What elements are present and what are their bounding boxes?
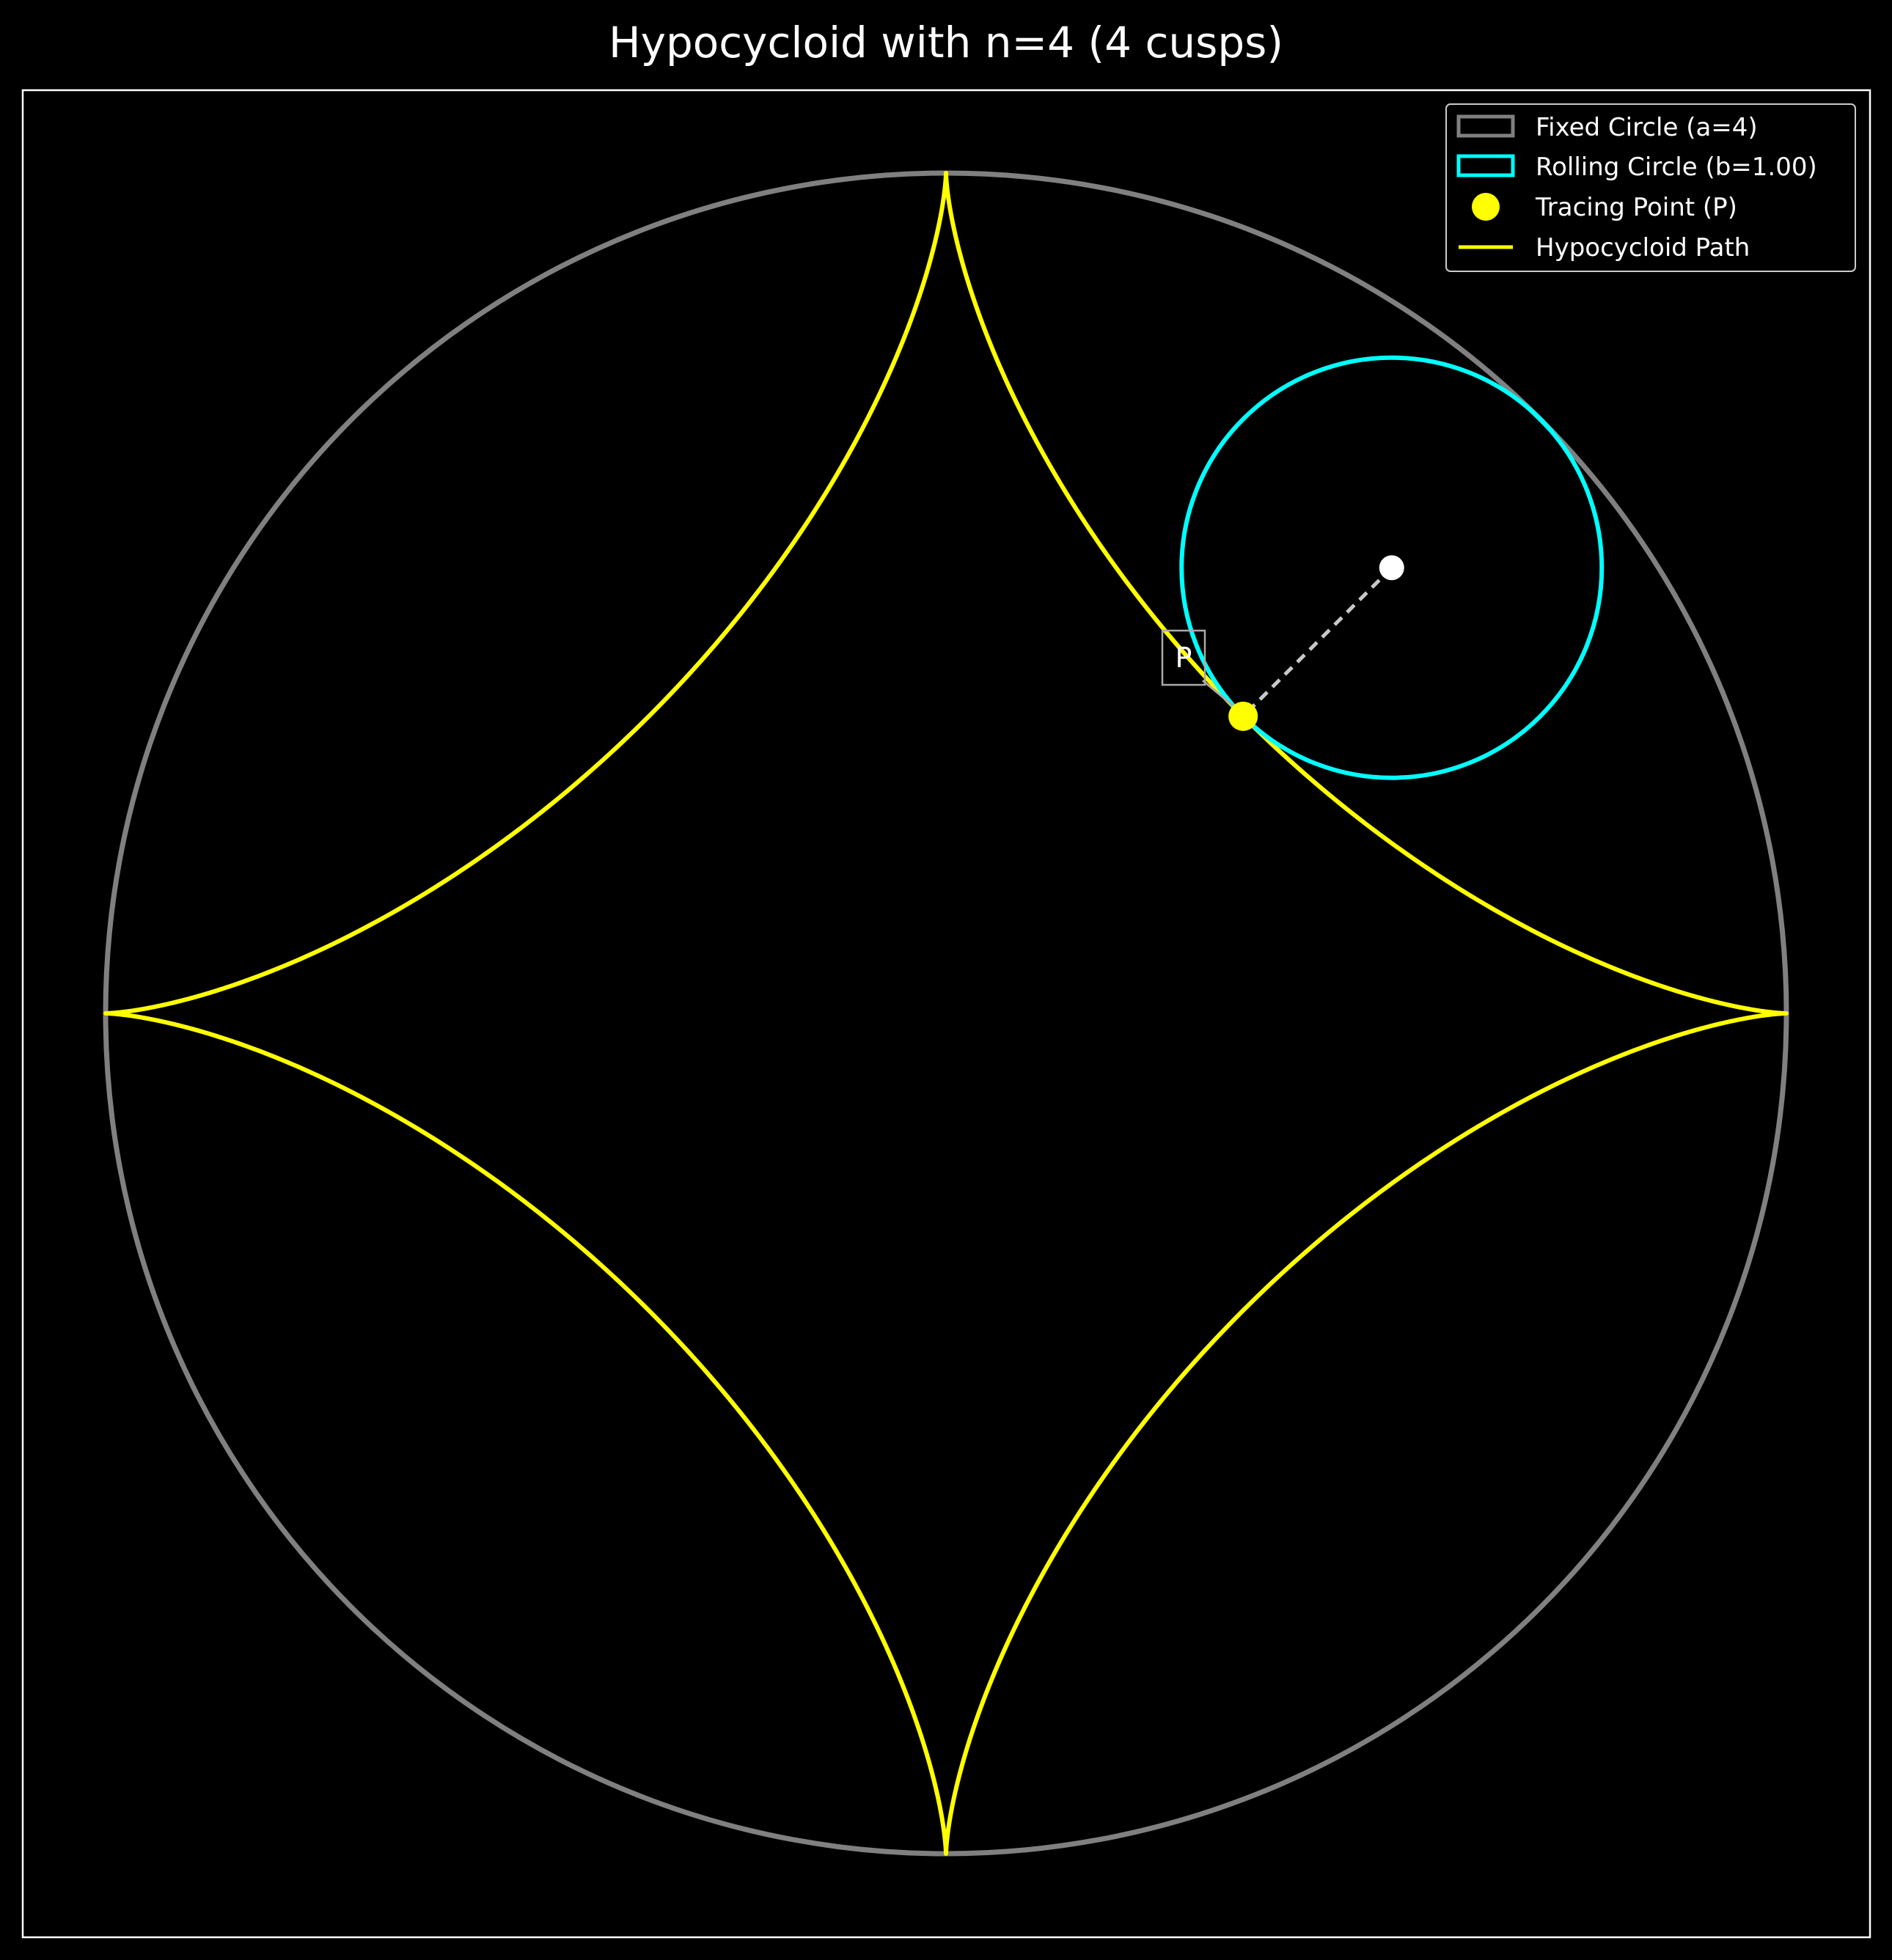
tracing-point xyxy=(1228,701,1258,731)
legend-marker-tracing-point xyxy=(1472,193,1500,221)
hypocycloid-diagram: Hypocycloid with n=4 (4 cusps) P Fixed C… xyxy=(0,0,1892,1960)
tracing-point-label: P xyxy=(1176,642,1192,674)
rolling-circle-center xyxy=(1379,555,1404,581)
legend-label-hypocycloid-path: Hypocycloid Path xyxy=(1536,233,1750,263)
legend-label-fixed-circle: Fixed Circle (a=4) xyxy=(1536,113,1758,142)
legend: Fixed Circle (a=4) Rolling Circle (b=1.0… xyxy=(1445,103,1856,272)
legend-label-tracing-point: Tracing Point (P) xyxy=(1535,193,1737,222)
legend-label-rolling-circle: Rolling Circle (b=1.00) xyxy=(1536,153,1817,182)
figure-title: Hypocycloid with n=4 (4 cusps) xyxy=(609,18,1283,67)
figure-background xyxy=(0,0,1892,1960)
